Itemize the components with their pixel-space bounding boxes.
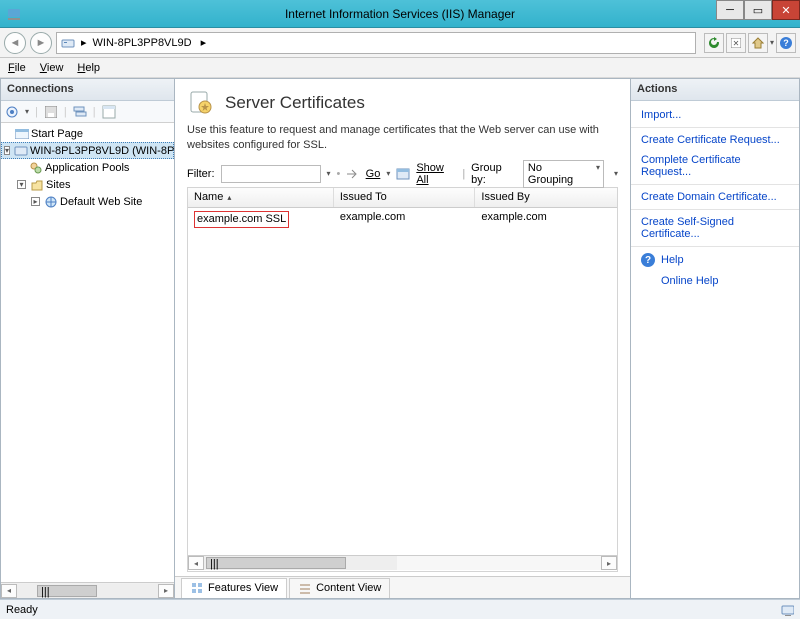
cert-name: example.com SSL xyxy=(194,211,289,228)
actions-header: Actions xyxy=(631,79,799,101)
action-create-self-signed[interactable]: Create Self-Signed Certificate... xyxy=(631,212,799,247)
certificates-grid: Name▴ Issued To Issued By example.com SS… xyxy=(187,187,618,572)
start-page-icon xyxy=(15,127,29,141)
connections-toolbar: ▾ | | | xyxy=(1,101,174,123)
view-tabs: Features View Content View xyxy=(175,576,630,598)
tree-app-pools[interactable]: Application Pools xyxy=(1,159,174,176)
filter-dropdown-icon[interactable]: ▾ xyxy=(327,169,331,178)
grid-hscroll[interactable]: ◂ ||| ▸ xyxy=(188,555,617,571)
tab-content-view[interactable]: Content View xyxy=(289,578,390,598)
sort-asc-icon: ▴ xyxy=(227,193,231,202)
connect-icon[interactable] xyxy=(5,105,19,119)
go-button[interactable]: Go xyxy=(366,168,381,180)
tree-server-node[interactable]: ▾ WIN-8PL3PP8VL9D (WIN-8PL xyxy=(1,142,174,159)
group-by-select[interactable]: No Grouping ▾ xyxy=(523,160,604,188)
breadcrumb[interactable]: ▸ WIN-8PL3PP8VL9D ▸ xyxy=(56,32,696,54)
close-button[interactable]: ✕ xyxy=(772,0,800,20)
scroll-left-button[interactable]: ◂ xyxy=(1,584,17,598)
navbar: ◄ ► ▸ WIN-8PL3PP8VL9D ▸ ✕ ▾ ? xyxy=(0,28,800,58)
action-help[interactable]: ? Help xyxy=(631,249,799,271)
action-import[interactable]: Import... xyxy=(631,105,799,128)
connections-hscroll[interactable]: ◂ ||| ▸ xyxy=(1,582,174,598)
actions-panel: Actions Import... Create Certificate Req… xyxy=(630,78,800,599)
help-icon: ? xyxy=(641,253,655,267)
sites-icon xyxy=(30,178,44,192)
col-issued-to[interactable]: Issued To xyxy=(334,188,476,207)
app-pools-icon xyxy=(29,161,43,175)
col-issued-by[interactable]: Issued By xyxy=(475,188,617,207)
window-title: Internet Information Services (IIS) Mana… xyxy=(285,7,515,21)
group-by-label: Group by: xyxy=(471,162,517,186)
server-icon xyxy=(61,36,75,50)
menu-help[interactable]: Help xyxy=(77,62,100,74)
tree-default-site[interactable]: ▸ Default Web Site xyxy=(1,193,174,210)
go-dropdown-icon[interactable]: ▾ xyxy=(386,169,390,178)
globe-icon xyxy=(44,195,58,209)
table-row[interactable]: example.com SSL example.com example.com xyxy=(188,208,617,228)
tree-sites[interactable]: ▾ Sites xyxy=(1,176,174,193)
action-complete-request[interactable]: Complete Certificate Request... xyxy=(631,150,799,185)
nav-forward-button[interactable]: ► xyxy=(30,32,52,54)
action-create-domain[interactable]: Create Domain Certificate... xyxy=(631,187,799,210)
page-title: Server Certificates xyxy=(225,93,365,113)
filter-input[interactable] xyxy=(221,165,321,183)
dropdown-icon[interactable]: ▾ xyxy=(25,107,29,116)
filter-label: Filter: xyxy=(187,168,215,180)
scroll-thumb[interactable]: ||| xyxy=(37,585,97,597)
action-create-request[interactable]: Create Certificate Request... xyxy=(631,130,799,150)
browse-icon[interactable] xyxy=(102,105,116,119)
connections-header: Connections xyxy=(1,79,174,101)
svg-text:✕: ✕ xyxy=(733,39,740,48)
collapse-icon[interactable]: ▾ xyxy=(17,180,26,189)
nav-back-button[interactable]: ◄ xyxy=(4,32,26,54)
breadcrumb-host: WIN-8PL3PP8VL9D xyxy=(93,37,192,49)
cert-issued-by: example.com xyxy=(475,208,617,228)
stop-button[interactable]: ✕ xyxy=(726,33,746,53)
cert-issued-to: example.com xyxy=(334,208,476,228)
col-name[interactable]: Name▴ xyxy=(188,188,334,207)
save-icon[interactable] xyxy=(44,105,58,119)
content-view-icon xyxy=(298,581,312,595)
page-description: Use this feature to request and manage c… xyxy=(187,123,618,153)
grid-header: Name▴ Issued To Issued By xyxy=(188,188,617,208)
connections-tree: Start Page ▾ WIN-8PL3PP8VL9D (WIN-8PL Ap… xyxy=(1,123,174,582)
servers-icon[interactable] xyxy=(73,105,87,119)
help-button[interactable]: ? xyxy=(776,33,796,53)
iis-icon xyxy=(6,6,22,22)
server-icon xyxy=(14,144,28,158)
minimize-button[interactable]: ─ xyxy=(716,0,744,20)
titlebar: Internet Information Services (IIS) Mana… xyxy=(0,0,800,28)
filter-bar: Filter: ▾ • Go ▾ Show All | Group by: No… xyxy=(187,163,618,185)
status-text: Ready xyxy=(6,604,38,616)
content-panel: Server Certificates Use this feature to … xyxy=(175,78,630,599)
extra-dropdown-icon[interactable]: ▾ xyxy=(614,169,618,178)
go-icon xyxy=(346,167,359,181)
action-online-help[interactable]: Online Help xyxy=(631,271,799,291)
menu-file[interactable]: File xyxy=(8,62,26,74)
menu-view[interactable]: View xyxy=(40,62,64,74)
show-all-button[interactable]: Show All xyxy=(416,162,456,186)
home-button[interactable] xyxy=(748,33,768,53)
tree-start-page[interactable]: Start Page xyxy=(1,125,174,142)
connections-panel: Connections ▾ | | | Start Page ▾ WIN-8PL… xyxy=(0,78,175,599)
scroll-left-button[interactable]: ◂ xyxy=(188,556,204,570)
expand-icon[interactable]: ▸ xyxy=(31,197,40,206)
status-bar: Ready xyxy=(0,599,800,619)
features-view-icon xyxy=(190,581,204,595)
scroll-right-button[interactable]: ▸ xyxy=(601,556,617,570)
status-icon xyxy=(780,603,794,617)
certificate-icon xyxy=(187,89,215,117)
tab-features-view[interactable]: Features View xyxy=(181,578,287,598)
maximize-button[interactable]: ▭ xyxy=(744,0,772,20)
refresh-button[interactable] xyxy=(704,33,724,53)
show-all-icon xyxy=(396,167,410,181)
collapse-icon[interactable]: ▾ xyxy=(4,146,10,155)
scroll-right-button[interactable]: ▸ xyxy=(158,584,174,598)
menu-bar: File View Help xyxy=(0,58,800,78)
dropdown-icon[interactable]: ▾ xyxy=(770,38,774,47)
